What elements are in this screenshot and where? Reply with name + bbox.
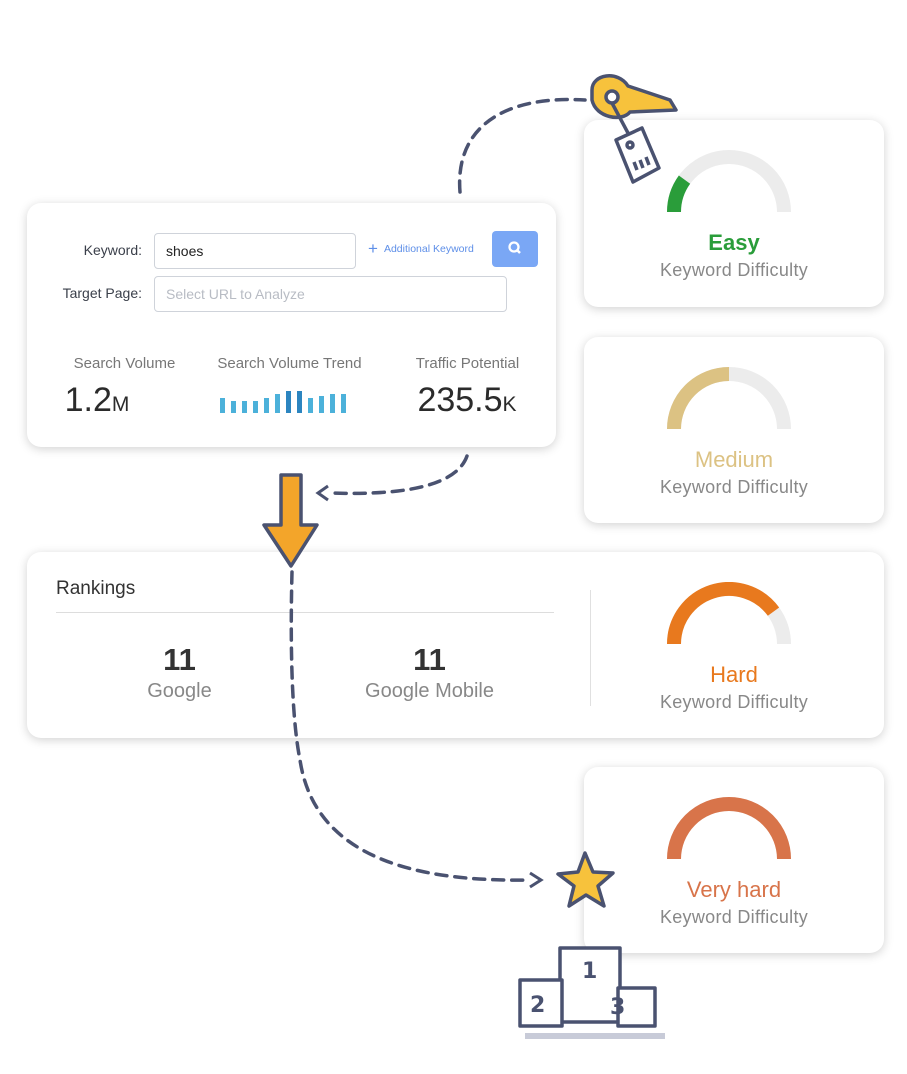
target-page-input[interactable]: Select URL to Analyze — [154, 276, 507, 312]
trend-bar — [264, 398, 269, 413]
trend-bar — [220, 398, 225, 413]
ranking-value: 11 — [163, 642, 196, 677]
difficulty-medium-card: Medium Keyword Difficulty — [584, 337, 884, 523]
trend-bar — [319, 396, 324, 413]
trend-bar — [231, 401, 236, 413]
gauge-icon — [667, 582, 791, 645]
gauge-fill — [667, 367, 730, 430]
gauge-fill — [667, 797, 791, 860]
search-volume-label: Search Volume — [73, 355, 176, 372]
gauge-fill — [667, 175, 691, 213]
gauge-icon — [667, 367, 791, 430]
gauge-icon — [667, 150, 791, 213]
trend-bar — [341, 394, 346, 413]
additional-keyword-label: Additional Keyword — [383, 243, 474, 255]
difficulty-level: Medium — [694, 447, 774, 472]
podium-icon — [518, 946, 665, 1039]
dashed-path-middle — [328, 454, 469, 496]
ranking-label: Google — [147, 680, 212, 702]
difficulty-label: Keyword Difficulty — [659, 477, 809, 497]
additional-keyword-link[interactable]: + Additional Keyword — [368, 239, 474, 258]
trend-label: Search Volume Trend — [217, 355, 362, 372]
difficulty-label: Keyword Difficulty — [659, 260, 809, 280]
podium-second: 2 — [530, 993, 545, 1018]
search-volume-trend-chart — [220, 389, 360, 413]
difficulty-level: Easy — [708, 230, 760, 255]
difficulty-very-hard-card: Very hard Keyword Difficulty — [584, 767, 884, 953]
podium-third: 3 — [610, 995, 625, 1020]
plus-icon: + — [368, 239, 378, 258]
search-volume-value: 1.2M — [64, 381, 130, 419]
trend-bar — [330, 394, 335, 413]
dashed-path-top — [457, 97, 587, 194]
ranking-google: 11 Google — [97, 642, 262, 703]
difficulty-hard: Hard Keyword Difficulty — [584, 552, 884, 738]
ranking-label: Google Mobile — [365, 680, 494, 702]
difficulty-label: Keyword Difficulty — [659, 907, 809, 927]
traffic-potential-value: 235.5K — [417, 381, 517, 419]
keyword-label: Keyword: — [83, 242, 142, 258]
traffic-potential-label: Traffic Potential — [415, 355, 520, 372]
trend-bar — [308, 398, 313, 413]
trend-bar — [275, 394, 280, 413]
arrowhead-icon — [529, 871, 544, 889]
gauge-fill — [667, 582, 780, 645]
podium-first: 1 — [582, 959, 597, 984]
trend-bar — [297, 391, 302, 413]
trend-bar — [286, 391, 291, 413]
difficulty-level: Hard — [710, 662, 758, 687]
ranking-google-mobile: 11 Google Mobile — [327, 642, 532, 703]
trend-bar — [242, 401, 247, 413]
rankings-title: Rankings — [56, 578, 136, 599]
difficulty-label: Keyword Difficulty — [659, 692, 809, 712]
arrowhead-icon — [315, 484, 329, 502]
search-button[interactable] — [492, 231, 538, 267]
difficulty-level: Very hard — [686, 877, 782, 902]
keyword-input[interactable]: shoes — [154, 233, 356, 269]
keyword-search-card: Keyword: shoes + Additional Keyword Targ… — [27, 203, 556, 447]
rankings-divider — [56, 612, 554, 613]
ranking-value: 11 — [413, 642, 446, 677]
gauge-icon — [667, 797, 791, 860]
trend-bar — [253, 401, 258, 413]
search-icon — [508, 241, 521, 254]
difficulty-easy-card: Easy Keyword Difficulty — [584, 120, 884, 307]
rankings-card: Rankings 11 Google 11 Google Mobile Hard… — [27, 552, 884, 738]
target-page-label: Target Page: — [62, 285, 142, 301]
